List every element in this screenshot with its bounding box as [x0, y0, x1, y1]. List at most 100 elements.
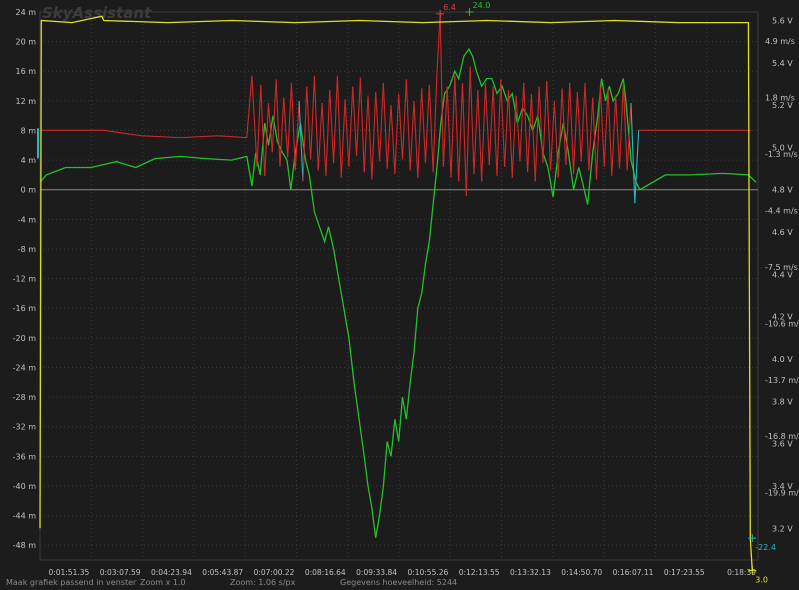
vario-segment	[348, 86, 354, 167]
vario-segment	[218, 135, 247, 139]
vario-segment	[615, 95, 621, 169]
x-tick-label: 0:16:07.11	[613, 568, 654, 577]
vario-segment	[246, 75, 253, 138]
vario-segment	[473, 90, 479, 175]
vario-segment	[371, 92, 377, 180]
x-tick-label: 0:10:55.26	[407, 568, 448, 577]
y-right-vario-tick-label: 4.9 m/s	[765, 37, 795, 46]
y-left-tick-label: 8 m	[21, 126, 37, 135]
y-right-voltage-tick-label: 5.4 V	[772, 59, 793, 68]
vario-segment	[329, 90, 335, 164]
x-tick-label: 0:14:50.70	[561, 568, 602, 577]
y-right-voltage-tick-label: 5.0 V	[772, 143, 793, 152]
y-left-tick-label: 20 m	[15, 38, 36, 47]
marker-label: 3.0	[755, 576, 768, 585]
y-left-tick-label: 12 m	[15, 97, 36, 106]
y-left-tick-label: -40 m	[13, 482, 37, 491]
vario-segment	[580, 82, 586, 162]
x-tick-label: 0:13:32.13	[510, 568, 551, 577]
vario-segment	[484, 82, 490, 165]
vario-segment	[515, 95, 521, 162]
vario-segment	[439, 13, 444, 167]
x-tick-label: 0:04:23.94	[151, 568, 192, 577]
vario-segment	[359, 77, 365, 173]
vario-segment	[492, 86, 498, 176]
vario-segment	[595, 86, 601, 180]
vario-segment	[634, 130, 640, 204]
vario-segment	[454, 75, 460, 182]
y-right-voltage-tick-label: 4.2 V	[772, 313, 793, 322]
vario-segment	[325, 90, 331, 176]
vario-segment	[390, 104, 396, 175]
vario-segment	[352, 86, 358, 156]
y-right-voltage-tick-label: 4.6 V	[772, 228, 793, 237]
vario-segment	[573, 92, 578, 175]
vario-segment	[382, 82, 388, 169]
status-fit-window[interactable]: Maak grafiek passend in venster	[6, 578, 136, 587]
chart-window: SkyAssistant 24 m 20 m 16 m 12 m8 m4 m0 m -4…	[0, 0, 799, 590]
vario-segment	[287, 82, 293, 158]
status-zoom-rate: Zoom: 1.06 s/px	[230, 578, 296, 587]
vario-segment	[283, 97, 289, 158]
vario-segment	[344, 99, 350, 167]
y-right-voltage-tick-label: 4.0 V	[772, 355, 793, 364]
vario-series	[37, 13, 751, 204]
vario-segment	[607, 88, 613, 176]
y-right-voltage-tick-label: 3.8 V	[772, 397, 793, 406]
marker-label: 24.0	[473, 1, 491, 10]
vario-segment	[534, 86, 540, 182]
y-right-voltage-tick-label: 4.8 V	[772, 186, 793, 195]
vario-segment	[546, 81, 552, 171]
vario-segment	[618, 82, 624, 169]
x-tick-label: 0:09:33.84	[356, 568, 397, 577]
vario-segment	[142, 135, 181, 139]
vario-segment	[398, 93, 404, 160]
y-left-tick-label: -8 m	[18, 245, 37, 254]
vario-segment	[504, 90, 510, 167]
x-tick-label: 0:17:23.55	[664, 568, 705, 577]
vario-segment	[523, 82, 529, 173]
y-left-tick-label: -12 m	[13, 275, 37, 284]
vario-segment	[313, 75, 319, 171]
vario-segment	[378, 82, 384, 162]
marker-label: -22.4	[755, 543, 776, 552]
vario-segment	[386, 104, 392, 169]
vario-segment	[310, 75, 315, 160]
y-left-tick-label: -20 m	[13, 334, 37, 343]
vario-segment	[279, 97, 285, 167]
vario-segment	[356, 77, 361, 156]
y-right-voltage-tick-label: 4.4 V	[772, 270, 793, 279]
vario-segment	[488, 86, 494, 165]
vario-segment	[375, 92, 381, 162]
vario-segment	[413, 101, 419, 178]
vario-segment	[519, 82, 525, 162]
vario-segment	[527, 93, 532, 173]
vario-segment	[461, 82, 467, 196]
flight-chart[interactable]: 24 m 20 m 16 m 12 m 8 m 4 m 0 m -4 m -8 m -12 m -1…	[0, 0, 799, 590]
x-tick-label: 0:12:13.55	[459, 568, 500, 577]
y-right-vario-tick-label: -13.7 m/s	[765, 376, 799, 385]
x-tick-label: 0:01:51.35	[48, 568, 89, 577]
vario-segment	[275, 79, 281, 167]
status-data-count: Gegevens hoeveelheid: 5244	[340, 578, 458, 587]
vario-segment	[432, 72, 438, 173]
vario-segment	[405, 79, 411, 171]
status-zoom: Zoom x 1.0	[140, 578, 186, 587]
vario-segment	[421, 88, 427, 164]
vario-segment	[569, 82, 575, 175]
vario-segment	[306, 86, 312, 160]
x-tick-label: 0:03:07.59	[100, 568, 141, 577]
vario-segment	[333, 75, 338, 164]
vario-segment	[394, 93, 400, 175]
vario-segment	[424, 84, 430, 164]
y-right-voltage-tick-label: 5.6 V	[772, 16, 793, 25]
altitude-series-line	[39, 47, 757, 538]
y-right-voltage-tick-label: 3.2 V	[772, 524, 793, 533]
vario-segment	[458, 82, 464, 182]
y-left-tick-label: -48 m	[13, 541, 37, 550]
vario-segment	[290, 82, 296, 171]
y-left-tick-label: -44 m	[13, 512, 37, 521]
marker-label: 6.4	[443, 3, 456, 12]
y-left-tick-label: 16 m	[15, 67, 36, 76]
vario-segment	[321, 103, 327, 176]
